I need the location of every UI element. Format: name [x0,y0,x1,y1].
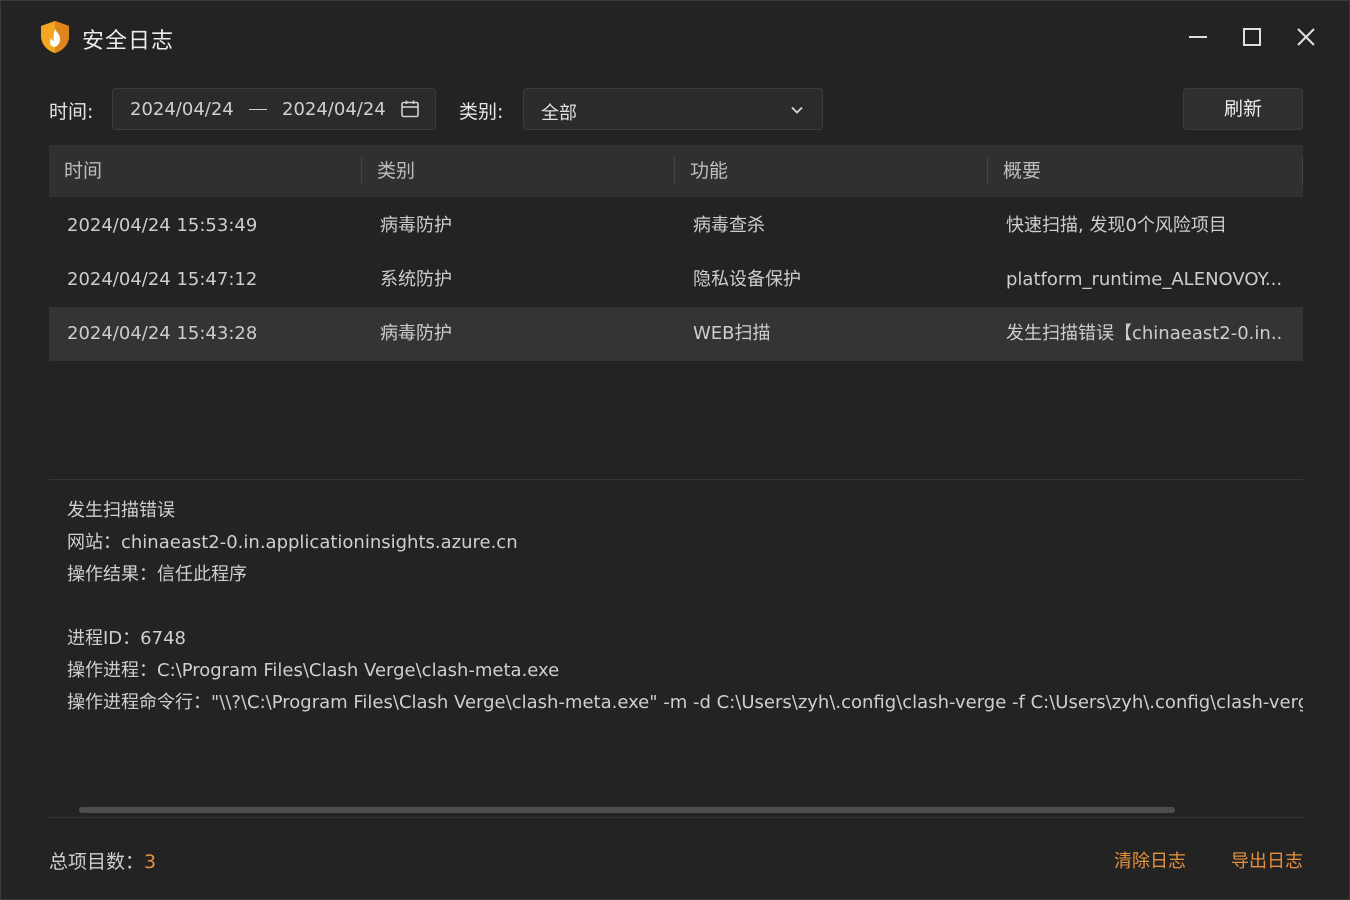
cell-category: 病毒防护 [380,215,452,236]
refresh-button[interactable]: 刷新 [1183,88,1303,130]
column-header-category[interactable]: 类别 [362,145,675,197]
log-table-body: 2024/04/24 15:53:49 病毒防护 病毒查杀 快速扫描, 发现0个… [49,199,1303,361]
title-bar[interactable]: 安全日志 [1,1,1349,73]
date-start-value[interactable]: 2024/04/24 [130,99,234,120]
detail-line: 网站：chinaeast2-0.in.applicationinsights.a… [67,532,518,553]
date-range-picker[interactable]: 2024/04/24 2024/04/24 [112,88,436,130]
cell-category: 病毒防护 [380,323,452,344]
column-header-label: 类别 [377,160,416,182]
column-header-label: 概要 [1003,160,1042,182]
minimize-icon [1184,23,1212,51]
maximize-button[interactable] [1238,23,1266,51]
detail-line: 操作结果：信任此程序 [67,564,247,585]
date-range-separator [249,109,267,110]
cell-time: 2024/04/24 15:47:12 [67,269,258,290]
cell-summary: platform_runtime_ALENOVOY... [1006,269,1283,290]
category-select-value: 全部 [541,103,577,124]
cell-time: 2024/04/24 15:53:49 [67,215,258,236]
column-header-summary[interactable]: 概要 [988,145,1303,197]
horizontal-scrollbar[interactable] [79,807,1175,813]
detail-line [67,591,1303,623]
log-detail-panel: 发生扫描错误 网站：chinaeast2-0.in.applicationins… [67,495,1303,795]
footer-divider [49,817,1303,818]
cell-category: 系统防护 [380,269,452,290]
chevron-down-icon [788,101,806,119]
column-header-function[interactable]: 功能 [675,145,988,197]
minimize-button[interactable] [1184,23,1212,51]
close-button[interactable] [1292,23,1320,51]
category-select[interactable]: 全部 [523,88,823,130]
security-log-window: 安全日志 时间: 2024/04/24 2024/04/24 类别: 全部 刷新… [0,0,1350,900]
cell-summary: 发生扫描错误【chinaeast2-0.in.... [1006,323,1284,344]
cell-function: WEB扫描 [693,323,771,344]
column-header-label: 时间 [64,160,103,182]
detail-line: 操作进程命令行："\\?\C:\Program Files\Clash Verg… [67,692,1303,713]
cell-time: 2024/04/24 15:43:28 [67,323,258,344]
column-header-label: 功能 [690,160,729,182]
cell-function: 隐私设备保护 [693,269,801,290]
maximize-icon [1238,23,1266,51]
clear-log-link[interactable]: 清除日志 [1114,847,1186,873]
close-icon [1292,23,1320,51]
table-row-selected[interactable]: 2024/04/24 15:43:28 病毒防护 WEB扫描 发生扫描错误【ch… [49,307,1303,361]
shield-flame-icon [39,20,71,54]
cell-summary: 快速扫描, 发现0个风险项目 [1006,215,1227,236]
detail-divider[interactable] [49,479,1303,480]
date-end-value[interactable]: 2024/04/24 [282,99,386,120]
column-separator[interactable] [1302,157,1303,185]
column-header-time[interactable]: 时间 [49,145,362,197]
category-filter-label: 类别: [459,101,504,123]
total-count-value: 3 [144,851,157,873]
export-log-link[interactable]: 导出日志 [1231,847,1303,873]
calendar-icon[interactable] [400,99,420,119]
table-row[interactable]: 2024/04/24 15:53:49 病毒防护 病毒查杀 快速扫描, 发现0个… [49,199,1303,253]
window-title: 安全日志 [82,29,175,54]
time-filter-label: 时间: [49,101,94,123]
detail-line: 进程ID：6748 [67,628,186,649]
detail-line: 发生扫描错误 [67,500,175,521]
cell-function: 病毒查杀 [693,215,765,236]
detail-line: 操作进程：C:\Program Files\Clash Verge\clash-… [67,660,560,681]
total-count-label: 总项目数： [49,851,145,873]
total-count: 总项目数：3 [49,847,156,874]
table-header: 时间 类别 功能 概要 [49,145,1303,197]
table-row[interactable]: 2024/04/24 15:47:12 系统防护 隐私设备保护 platform… [49,253,1303,307]
